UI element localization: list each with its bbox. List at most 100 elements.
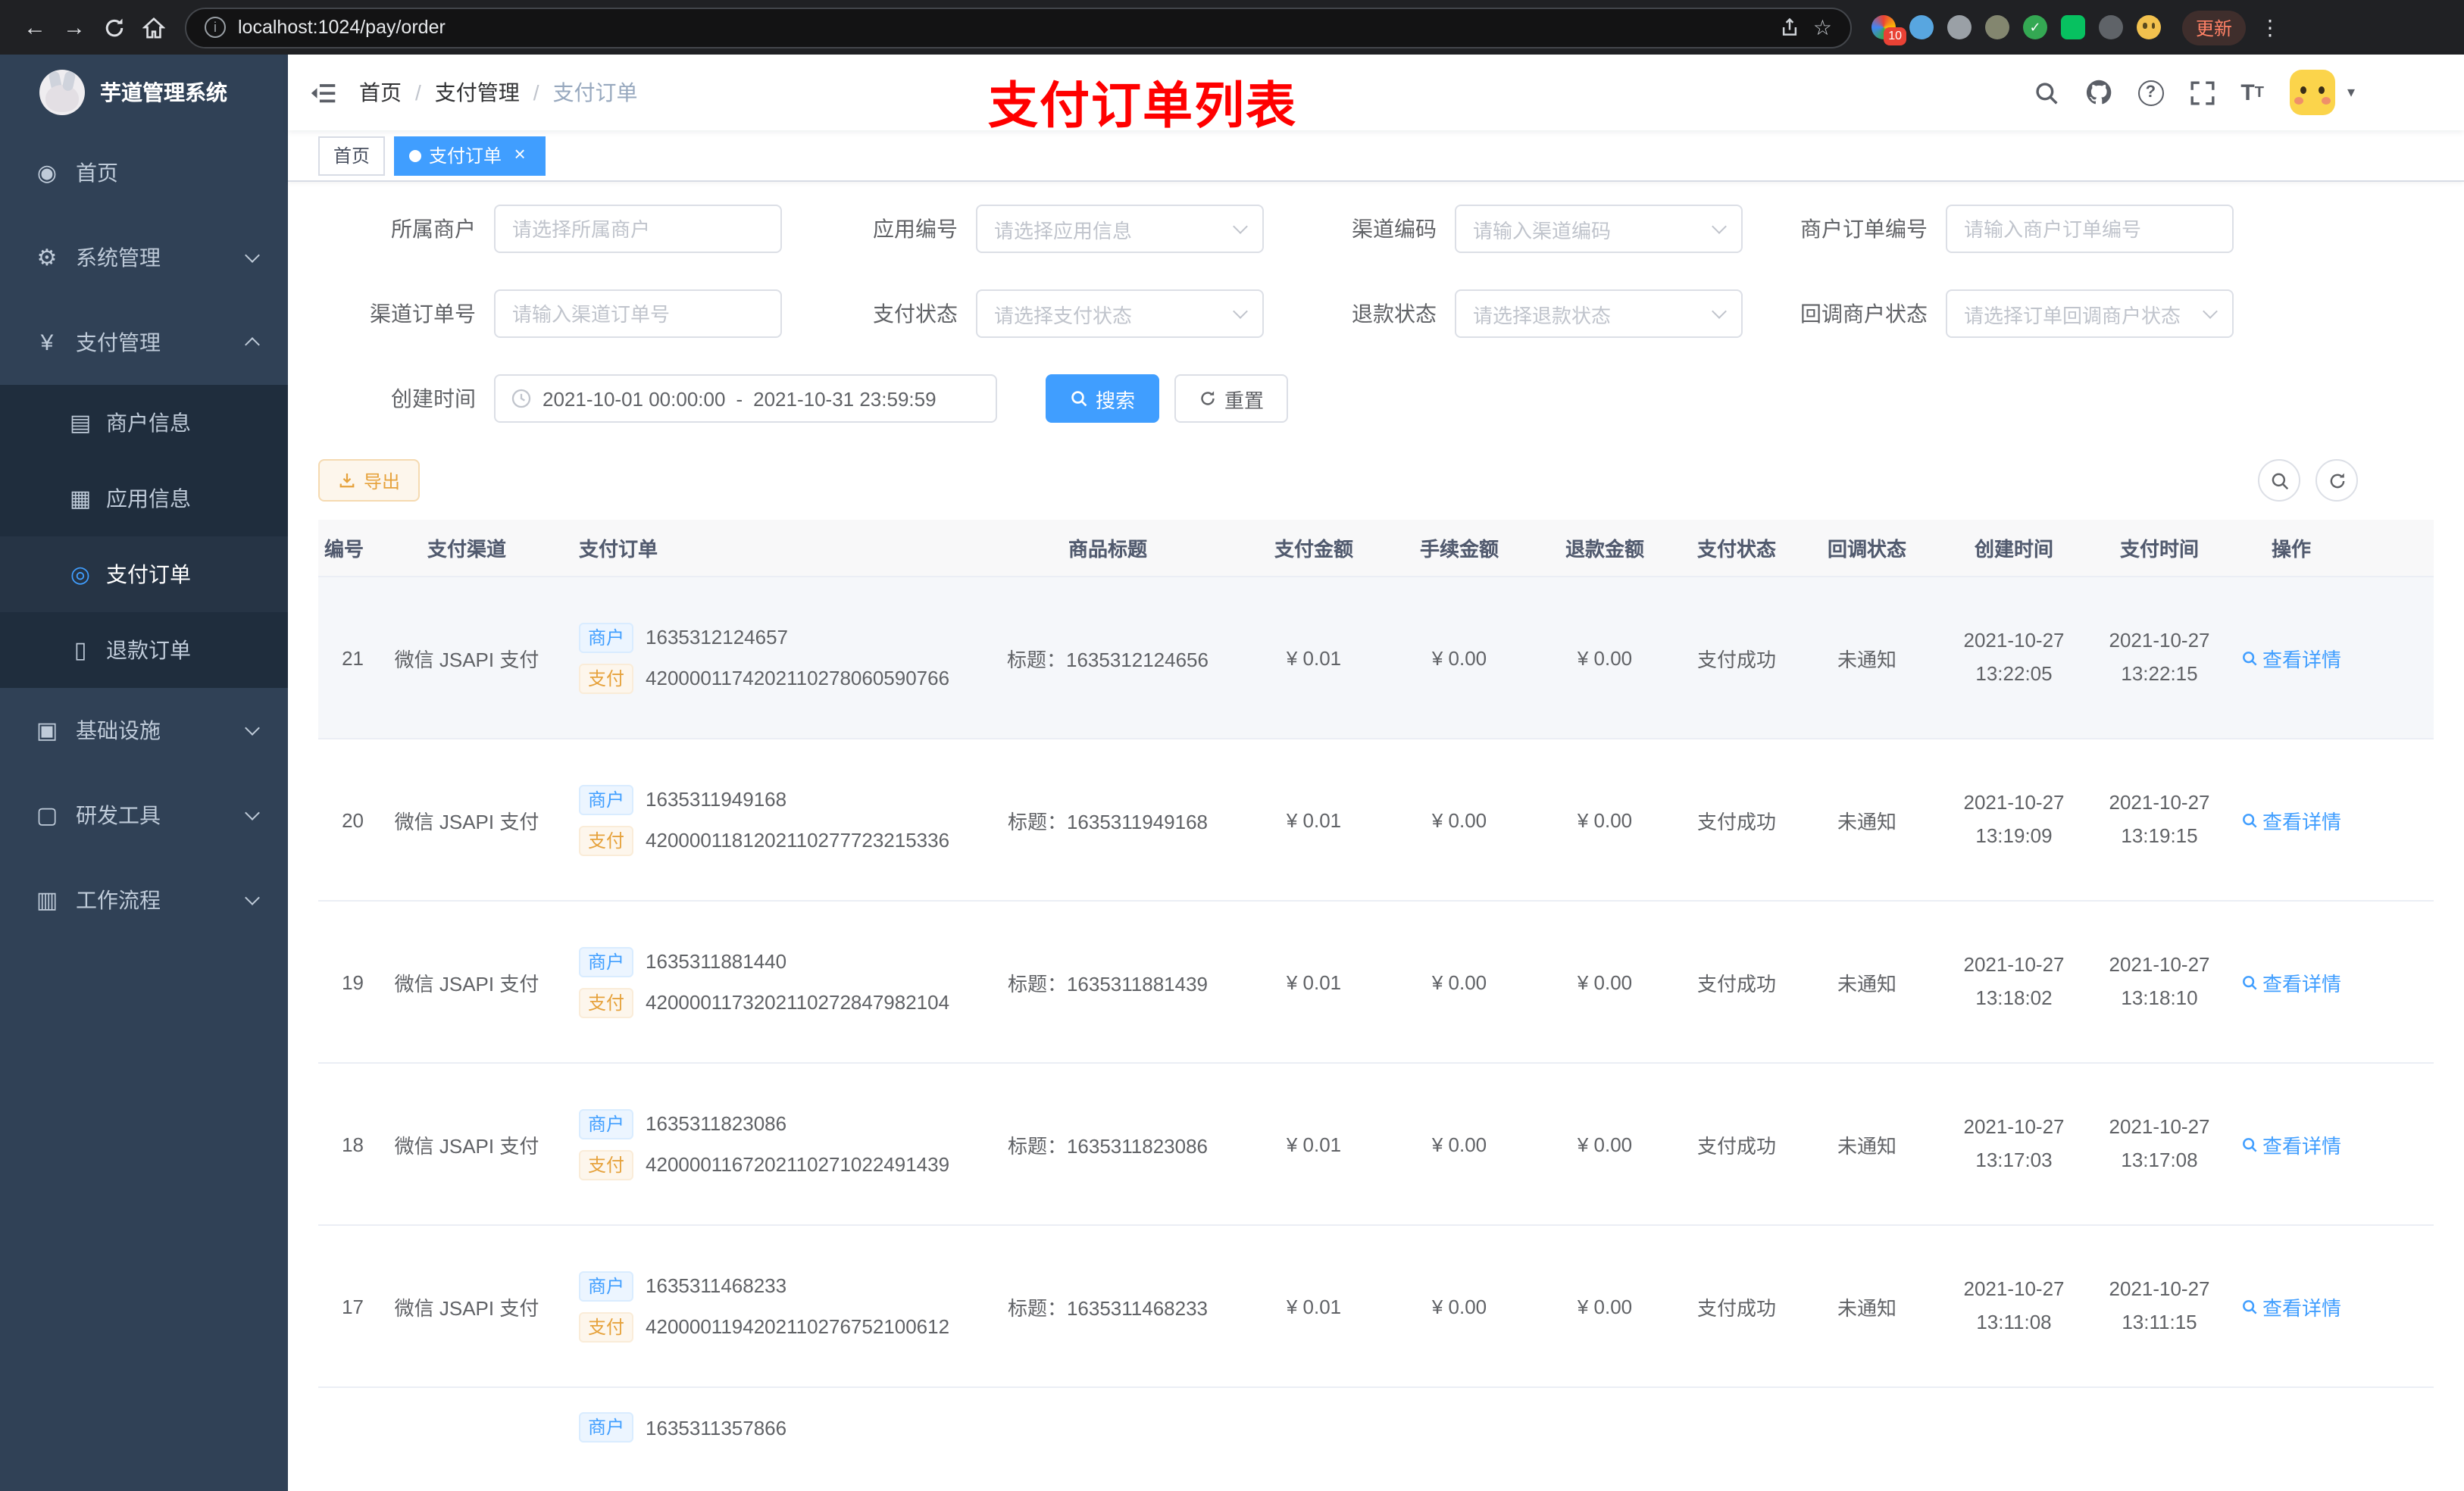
table-row: 19 微信 JSAPI 支付 商户 1635311881440 支付 4200001…	[318, 902, 2434, 1064]
main-panel: 首页 / 支付管理 / 支付订单 支付订单列表 ? T T ▾ 首页 支付订单 …	[288, 55, 2464, 1491]
sidebar-item-label: 支付管理	[76, 330, 161, 355]
back-button[interactable]: ←	[15, 8, 55, 47]
search-icon[interactable]	[2033, 80, 2059, 105]
user-avatar[interactable]	[2289, 70, 2335, 115]
cell-title: 标题：1635311881439	[1007, 972, 1209, 995]
col-action: 操作	[2271, 538, 2311, 561]
bookmark-star-icon[interactable]: ☆	[1813, 14, 1832, 40]
view-detail-link[interactable]: 查看详情	[2241, 967, 2341, 996]
filter-field-merchant: 所属商户	[318, 205, 782, 253]
date-range-picker[interactable]: 2021-10-01 00:00:00 - 2021-10-31 23:59:5…	[494, 374, 997, 423]
cell-status: 支付成功	[1696, 1134, 1776, 1157]
merchant-filter-input[interactable]	[494, 205, 782, 253]
extension-icon[interactable]	[1985, 15, 2009, 39]
filter-field-app: 应用编号 请选择应用信息	[806, 205, 1264, 253]
notify-status-select[interactable]: 请选择订单回调商户状态	[1946, 289, 2234, 338]
sidebar-item-merchant-info[interactable]: ▤ 商户信息	[0, 385, 288, 461]
avatar-caret-icon[interactable]: ▾	[2347, 84, 2355, 101]
col-channel: 支付渠道	[427, 538, 506, 561]
browser-menu-icon[interactable]: ⋮	[2259, 14, 2281, 40]
cell-notify: 未通知	[1837, 1296, 1896, 1319]
refund-status-select[interactable]: 请选择退款状态	[1455, 289, 1743, 338]
sidebar-item-home[interactable]: ◉ 首页	[0, 130, 288, 215]
sidebar-item-app-info[interactable]: ▦ 应用信息	[0, 461, 288, 536]
cell-created-time: 2021-10-27 13:22:05	[1963, 629, 2065, 685]
filter-field-channel-order-no: 渠道订单号	[318, 289, 782, 338]
cell-action: 查看详情	[2231, 1130, 2352, 1158]
extension-icon[interactable]	[1947, 15, 1972, 39]
pay-tag: 支付	[579, 1149, 634, 1180]
github-icon[interactable]	[2084, 79, 2112, 106]
browser-update-button[interactable]: 更新	[2182, 10, 2247, 45]
col-title: 商品标题	[1068, 538, 1147, 561]
sidebar-item-workflow[interactable]: ▥ 工作流程	[0, 858, 288, 942]
sidebar-item-refund-order[interactable]: ▯ 退款订单	[0, 612, 288, 688]
fullscreen-icon[interactable]	[2189, 80, 2215, 105]
cell-pay-order: 商户 1635312124657 支付 4200001174202110278060…	[564, 611, 976, 704]
extension-icon[interactable]	[2137, 15, 2161, 39]
url-bar[interactable]: i localhost:1024/pay/order ☆	[185, 7, 1852, 48]
channel-order-no-input[interactable]	[494, 289, 782, 338]
sidebar-item-system[interactable]: ⚙ 系统管理	[0, 215, 288, 300]
view-detail-link[interactable]: 查看详情	[2241, 1292, 2341, 1321]
cell-refund: ¥ 0.00	[1577, 1133, 1633, 1155]
chevron-down-icon	[1712, 218, 1727, 233]
home-button[interactable]	[133, 8, 173, 47]
extension-icon[interactable]	[1909, 15, 1934, 39]
extension-icon[interactable]: ✓	[2023, 15, 2047, 39]
breadcrumb-home[interactable]: 首页	[359, 77, 402, 108]
merchant-order-no: 1635311468233	[646, 1274, 787, 1297]
app-filter-select[interactable]: 请选择应用信息	[976, 205, 1264, 253]
tab-pay-order[interactable]: 支付订单 ×	[394, 136, 546, 175]
date-start-value: 2021-10-01 00:00:00	[543, 387, 726, 410]
site-info-icon[interactable]: i	[205, 17, 226, 38]
tabs-bar: 首页 支付订单 ×	[288, 130, 2464, 182]
sidebar-item-dev-tools[interactable]: ▢ 研发工具	[0, 773, 288, 858]
extension-icon[interactable]: 10	[1871, 15, 1906, 45]
cell-paid-time: 2021-10-27 13:11:15	[2109, 1277, 2210, 1333]
view-detail-link[interactable]: 查看详情	[2241, 805, 2341, 834]
sidebar-item-label: 支付订单	[106, 562, 191, 586]
font-size-large-glyph: T	[2240, 80, 2255, 105]
pay-order-no: 4200001174202110278060590766	[646, 667, 950, 689]
share-icon[interactable]	[1780, 17, 1801, 38]
reset-button[interactable]: 重置	[1174, 374, 1289, 423]
channel-code-select[interactable]: 请输入渠道编码	[1455, 205, 1743, 253]
cell-pay-order: 商户 1635311881440 支付 4200001173202110272847…	[564, 936, 976, 1028]
table-row-partial: 商户 1635311357866	[318, 1388, 2434, 1491]
breadcrumb-pay-mgmt[interactable]: 支付管理	[435, 77, 520, 108]
extension-icon[interactable]	[2061, 15, 2085, 39]
pay-status-select[interactable]: 请选择支付状态	[976, 289, 1264, 338]
font-size-icon[interactable]: TT	[2240, 80, 2264, 105]
view-detail-link[interactable]: 查看详情	[2241, 1130, 2341, 1158]
sidebar-item-payment[interactable]: ¥ 支付管理	[0, 300, 288, 385]
help-icon[interactable]: ?	[2137, 80, 2164, 105]
view-detail-link[interactable]: 查看详情	[2241, 643, 2341, 672]
tab-close-icon[interactable]: ×	[509, 143, 530, 166]
cell-paid-time: 2021-10-27 13:17:08	[2109, 1115, 2210, 1171]
filter-row: 所属商户 应用编号 请选择应用信息 渠道编码	[318, 205, 2434, 253]
filter-field-create-time: 创建时间 2021-10-01 00:00:00 - 2021-10-31 23…	[318, 374, 997, 423]
export-button[interactable]: 导出	[318, 459, 421, 502]
forward-button[interactable]: →	[55, 8, 94, 47]
app-logo[interactable]: 芋道管理系统	[0, 55, 288, 130]
cell-fee: ¥ 0.00	[1431, 1133, 1487, 1155]
extension-icon[interactable]	[2099, 15, 2123, 39]
gear-icon: ⚙	[36, 245, 58, 271]
filter-form: 所属商户 应用编号 请选择应用信息 渠道编码	[318, 205, 2434, 423]
cell-channel: 微信 JSAPI 支付	[394, 1296, 539, 1319]
col-notify: 回调状态	[1827, 538, 1906, 561]
sidebar-item-infra[interactable]: ▣ 基础设施	[0, 688, 288, 773]
hamburger-icon[interactable]	[288, 80, 359, 105]
merchant-tag: 商户	[579, 622, 634, 652]
refresh-table-icon[interactable]	[2315, 459, 2358, 502]
cell-pay-order: 商户 1635311468233 支付 4200001194202110276752…	[564, 1260, 976, 1352]
sidebar-item-pay-order[interactable]: ◎ 支付订单	[0, 536, 288, 612]
navbar-actions: ? TT ▾	[2033, 70, 2464, 115]
reload-button[interactable]	[94, 8, 133, 47]
tab-home[interactable]: 首页	[318, 136, 386, 175]
pay-order-table: 编号 支付渠道 支付订单 商品标题 支付金额 手续金额 退款金额 支付状态 回调…	[318, 520, 2434, 1491]
search-button[interactable]: 搜索	[1046, 374, 1160, 423]
toggle-search-icon[interactable]	[2258, 459, 2300, 502]
merchant-order-no-input[interactable]	[1946, 205, 2234, 253]
